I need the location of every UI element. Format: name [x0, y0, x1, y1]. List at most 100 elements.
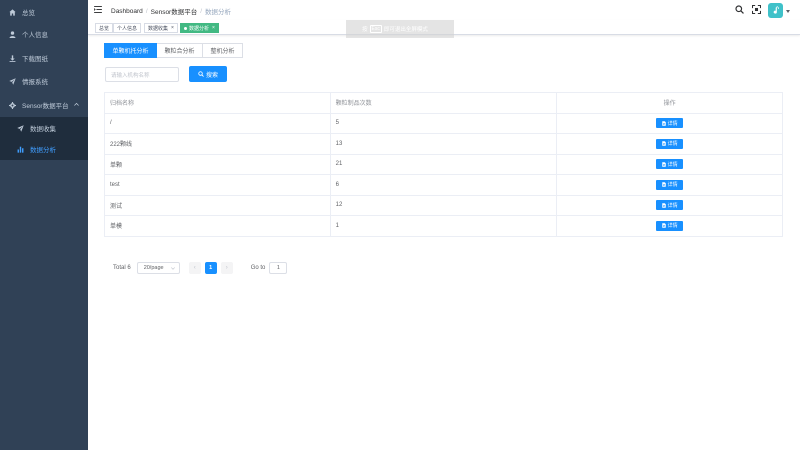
page-size-select[interactable]: 20/page: [136, 262, 180, 274]
search-button[interactable]: 搜索: [189, 66, 227, 82]
tab-combined-analysis[interactable]: 颗粒合分析: [157, 43, 203, 58]
column-header-name: 归档名称: [105, 93, 331, 113]
sidebar-item-profile[interactable]: 个人信息: [0, 23, 88, 45]
cell-count: 6: [331, 175, 558, 195]
cell-name: /: [105, 113, 331, 133]
download-icon: [8, 54, 16, 62]
detail-button-label: 详情: [667, 202, 678, 209]
breadcrumb-item-current: 数据分析: [205, 9, 232, 16]
cell-actions: 详情: [557, 113, 783, 133]
sidebar-item-label: Sensor数据平台: [22, 103, 69, 110]
page-size-value: 20/page: [143, 265, 164, 271]
goto-page-value: 1: [276, 265, 280, 271]
caret-down-icon[interactable]: [786, 10, 790, 13]
tab-machine-analysis[interactable]: 整机分析: [203, 43, 243, 58]
hamburger-icon[interactable]: [94, 6, 102, 13]
tag-data-analysis[interactable]: 数据分析 ×: [180, 23, 219, 33]
bar-chart-icon: [16, 145, 24, 153]
tag-label: 总览: [99, 25, 110, 32]
document-icon: [661, 182, 666, 187]
search-input[interactable]: 请输入机构名称: [105, 67, 179, 82]
home-icon: [8, 8, 16, 16]
breadcrumb-separator: /: [200, 7, 203, 15]
prev-page-button[interactable]: ‹: [188, 262, 201, 274]
sidebar-item-sensor-platform[interactable]: Sensor数据平台: [0, 94, 88, 116]
detail-button[interactable]: 详情: [656, 200, 684, 211]
detail-button[interactable]: 详情: [656, 159, 684, 170]
sidebar-item-label: 数据收集: [30, 126, 56, 133]
cell-actions: 详情: [557, 195, 783, 215]
breadcrumb-item-sensor-platform[interactable]: Sensor数据平台: [151, 6, 198, 16]
column-header-actions: 操作: [557, 93, 783, 113]
document-icon: [661, 162, 666, 167]
sidebar-item-label: 下载图纸: [22, 56, 48, 63]
detail-button[interactable]: 详情: [656, 138, 684, 149]
detail-button[interactable]: 详情: [656, 118, 684, 129]
cell-name: 单颗: [105, 154, 331, 174]
breadcrumb-item-dashboard[interactable]: Dashboard: [111, 8, 143, 15]
tag-data-collection[interactable]: 数据收集 ×: [144, 23, 178, 33]
cell-count: 13: [331, 134, 558, 154]
sidebar-subitem-data-collection[interactable]: 数据收集: [0, 117, 88, 139]
search-icon[interactable]: [735, 5, 744, 14]
navbar: Dashboard / Sensor数据平台 / 数据分析: [88, 0, 800, 20]
sidebar-item-download[interactable]: 下载图纸: [0, 47, 88, 69]
sidebar-subitem-data-analysis[interactable]: 数据分析: [0, 138, 88, 160]
fullscreen-icon[interactable]: [752, 5, 761, 14]
tab-label: 单颗机托分析: [112, 49, 149, 55]
avatar[interactable]: [768, 3, 783, 18]
sidebar-item-intel[interactable]: 情报系统: [0, 70, 88, 92]
fullscreen-hint-prefix: 按: [362, 27, 368, 33]
document-icon: [661, 223, 666, 228]
table-row: 222颗线 13 详情: [105, 134, 783, 155]
document-icon: [661, 121, 666, 126]
pagination-total: Total 6: [113, 265, 131, 271]
fullscreen-hint: 按 Esc 即可退出全屏模式: [346, 20, 454, 38]
detail-button-label: 详情: [667, 141, 678, 148]
table-row: 单颗 21 详情: [105, 154, 783, 175]
cell-actions: 详情: [557, 154, 783, 174]
detail-button-label: 详情: [667, 120, 678, 127]
sidebar-item-overview[interactable]: 总览: [0, 1, 88, 23]
sidebar: 总览 个人信息 下载图纸 情报系统 Sensor数据平台 数据收集 数据分析: [0, 0, 88, 450]
next-page-button[interactable]: ›: [220, 262, 233, 274]
table-row: 测试 12 详情: [105, 195, 783, 216]
tag-profile[interactable]: 个人信息: [113, 23, 142, 33]
page-number-current[interactable]: 1: [204, 262, 217, 274]
sidebar-item-label: 情报系统: [22, 79, 48, 86]
cell-actions: 详情: [557, 216, 783, 236]
active-dot-icon: [184, 26, 187, 30]
table-row: 单模 1 详情: [105, 216, 783, 237]
table-row: test 6 详情: [105, 175, 783, 196]
detail-button[interactable]: 详情: [656, 179, 684, 190]
gear-icon: [8, 101, 16, 109]
tag-label: 个人信息: [117, 25, 138, 32]
goto-page-input[interactable]: 1: [269, 262, 288, 274]
table-header-row: 归档名称 颗粒制品次数 操作: [105, 93, 783, 114]
cell-count: 12: [331, 195, 558, 215]
analysis-type-tabs: 单颗机托分析 颗粒合分析 整机分析: [104, 43, 243, 58]
tag-label: 数据收集: [148, 25, 169, 32]
tag-overview[interactable]: 总览: [95, 23, 114, 33]
send-icon: [8, 77, 16, 85]
breadcrumb: Dashboard / Sensor数据平台 / 数据分析: [111, 6, 232, 17]
sidebar-item-label: 个人信息: [22, 32, 48, 39]
table-row: / 5 详情: [105, 113, 783, 134]
close-icon[interactable]: ×: [171, 25, 174, 31]
tab-single-analysis[interactable]: 单颗机托分析: [104, 43, 157, 58]
send-icon: [16, 124, 24, 132]
cell-name: 222颗线: [105, 134, 331, 154]
fullscreen-hint-text: 即可退出全屏模式: [383, 27, 428, 33]
document-icon: [661, 141, 666, 146]
close-icon[interactable]: ×: [212, 25, 215, 31]
document-icon: [661, 203, 666, 208]
cell-count: 5: [331, 113, 558, 133]
cell-count: 1: [331, 216, 558, 236]
user-icon: [8, 30, 16, 38]
cell-name: 测试: [105, 195, 331, 215]
column-header-count: 颗粒制品次数: [331, 93, 558, 113]
detail-button[interactable]: 详情: [656, 220, 684, 231]
detail-button-label: 详情: [667, 223, 678, 230]
cell-name: 单模: [105, 216, 331, 236]
search-button-label: 搜索: [205, 72, 218, 79]
